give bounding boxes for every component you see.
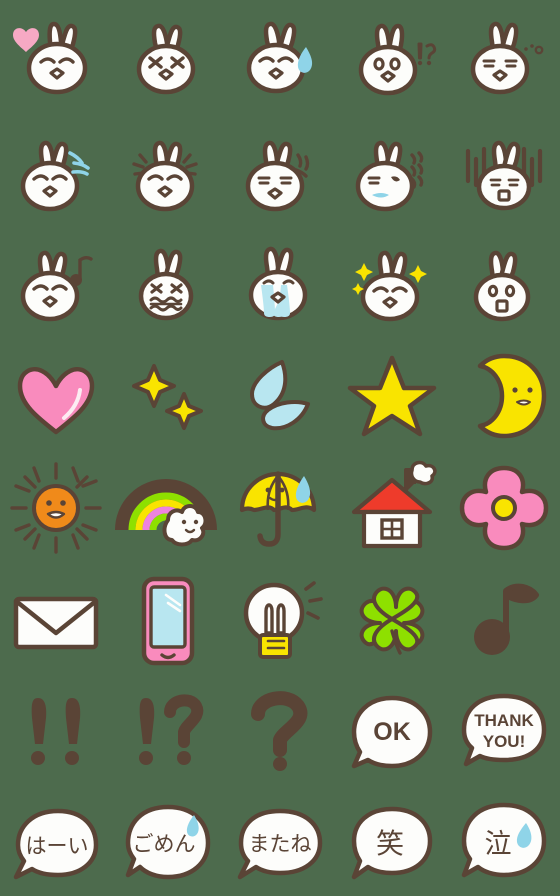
emoji-cell-rabbit-sweat[interactable]	[224, 0, 336, 120]
smartphone-icon	[141, 576, 195, 666]
emoji-cell-bubble-ok[interactable]: OK	[336, 678, 448, 790]
emoji-cell-water-drops[interactable]	[224, 340, 336, 452]
emoji-cell-flower[interactable]	[448, 452, 560, 564]
emoji-cell-rabbit-sleepy[interactable]	[448, 0, 560, 120]
bubble-label-line2: YOU!	[483, 732, 526, 751]
emoji-cell-rabbit-sparkle-side[interactable]	[224, 120, 336, 230]
bubble-label: ごめん	[133, 832, 196, 856]
rabbit-face	[355, 140, 415, 212]
bubble-label: OK	[373, 718, 411, 746]
emoji-cell-sun[interactable]	[0, 452, 112, 564]
house-icon	[351, 477, 433, 549]
exclamation-question-icon	[417, 42, 437, 66]
bubble-label: 泣	[485, 829, 512, 860]
emoji-cell-rabbit-crying[interactable]	[224, 230, 336, 340]
sleep-dots-icon	[524, 44, 544, 55]
heart-icon	[17, 367, 95, 435]
question-mark-icon	[251, 691, 308, 771]
emoji-cell-bubble-warai[interactable]: 笑	[336, 790, 448, 896]
emoji-cell-bubble-naki[interactable]: 泣	[448, 790, 560, 896]
crescent-moon-icon	[477, 353, 547, 439]
emoji-cell-sparkles[interactable]	[112, 340, 224, 452]
emoji-cell-rainbow[interactable]	[112, 452, 224, 564]
four-leaf-clover-icon	[359, 586, 425, 655]
emoji-cell-rabbit-gasp[interactable]	[448, 230, 560, 340]
bubble-label-line1: THANK	[474, 711, 534, 730]
emoji-cell-double-exclamation[interactable]	[0, 678, 112, 790]
rabbit-face	[135, 140, 195, 212]
rabbit-face	[248, 246, 308, 321]
emoji-cell-bubble-matane[interactable]: またね	[224, 790, 336, 896]
emoji-cell-heart[interactable]	[0, 340, 112, 452]
emoji-cell-smartphone[interactable]	[112, 564, 224, 678]
emoji-cell-umbrella[interactable]	[224, 452, 336, 564]
emoji-cell-music-note[interactable]	[448, 564, 560, 678]
emoji-cell-rabbit-sparkly-joy[interactable]	[336, 230, 448, 340]
emoji-cell-clover[interactable]	[336, 564, 448, 678]
heart-accent	[13, 28, 39, 52]
water-drops-icon	[250, 360, 310, 431]
emoji-cell-house[interactable]	[336, 452, 448, 564]
emoji-cell-rabbit-note[interactable]	[0, 230, 112, 340]
splash-drops-icon	[68, 151, 90, 176]
rabbit-face	[138, 248, 194, 321]
speech-bubble-thankyou	[461, 693, 547, 767]
sweat-drop-icon	[297, 47, 313, 73]
bubble-label: 笑	[376, 827, 404, 860]
emoji-cell-rabbit-excited[interactable]	[112, 120, 224, 230]
rabbit-face	[246, 21, 306, 94]
bubble-label: またね	[249, 832, 312, 856]
emoji-cell-rabbit-splash[interactable]	[0, 120, 112, 230]
shout-marks-icon	[410, 151, 424, 189]
emoji-cell-star[interactable]	[336, 340, 448, 452]
rabbit-face	[476, 140, 532, 211]
sun-face-icon	[32, 484, 80, 532]
emoji-cell-lightbulb-rabbit[interactable]	[224, 564, 336, 678]
rabbit-face	[470, 21, 530, 95]
rabbit-face	[473, 250, 531, 322]
flower-icon	[459, 465, 549, 551]
emoji-cell-rabbit-surprised[interactable]	[336, 0, 448, 120]
rabbit-face	[358, 23, 418, 96]
bubble-label: はーい	[26, 834, 89, 858]
double-exclamation-icon	[31, 698, 81, 765]
emoji-cell-interrobang[interactable]	[112, 678, 224, 790]
emoji-cell-rabbit-squint[interactable]	[112, 0, 224, 120]
emoji-cell-bubble-gomen[interactable]: ごめん	[112, 790, 224, 896]
rabbit-face	[20, 250, 80, 322]
emoji-cell-moon[interactable]	[448, 340, 560, 452]
music-note-icon	[70, 256, 93, 286]
emoji-cell-bubble-hai[interactable]: はーい	[0, 790, 112, 896]
interrobang-icon	[139, 694, 204, 765]
sparkles-icon	[132, 364, 203, 430]
idea-lines-icon	[304, 581, 323, 620]
chimney-smoke-icon	[404, 460, 437, 492]
emoji-cell-bubble-thankyou[interactable]: THANK YOU!	[448, 678, 560, 790]
rabbit-face	[245, 140, 305, 212]
emoji-cell-question-mark[interactable]	[224, 678, 336, 790]
envelope-icon	[13, 596, 99, 650]
emoji-cell-envelope[interactable]	[0, 564, 112, 678]
star-icon	[347, 355, 437, 437]
lightbulb-rabbit-icon	[243, 582, 305, 659]
music-note-icon	[474, 583, 539, 655]
rabbit-face	[360, 250, 420, 322]
emoji-cell-rabbit-heart[interactable]	[0, 0, 112, 120]
rabbit-face	[136, 23, 196, 95]
emoji-cell-rabbit-shout[interactable]	[336, 120, 448, 230]
cloud-face-icon	[162, 504, 208, 547]
emoji-cell-rabbit-gritted[interactable]	[112, 230, 224, 340]
emoji-sticker-sheet: OK THANK YOU! はーい ごめん またね 笑 泣	[0, 0, 560, 896]
emoji-cell-rabbit-shock[interactable]	[448, 120, 560, 230]
